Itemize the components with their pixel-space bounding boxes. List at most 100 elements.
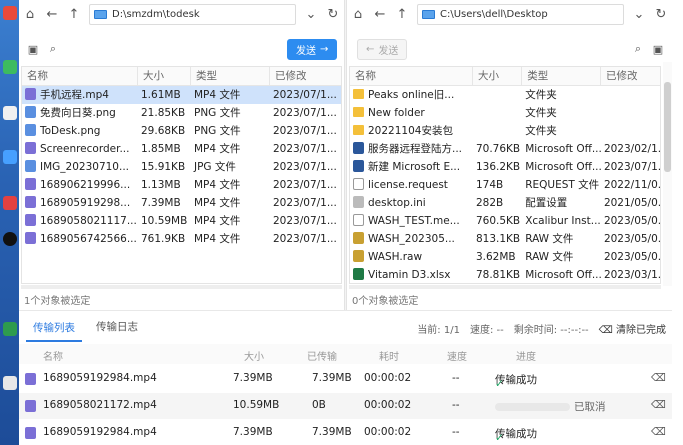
file-row[interactable]: license.request 174B REQUEST 文件2022/11/0..…	[350, 176, 660, 194]
desktop-icon[interactable]	[1, 196, 18, 211]
home-icon[interactable]: ⌂	[347, 3, 369, 25]
horizontal-scrollbar[interactable]	[349, 285, 661, 289]
document-icon	[353, 214, 364, 226]
file-size: 21.85KB	[141, 107, 186, 119]
file-row[interactable]: 免费向日葵.png 21.85KB PNG 文件 2023/07/1...	[22, 104, 341, 122]
search-icon[interactable]: ⌕	[43, 39, 63, 59]
new-folder-icon[interactable]: ▣	[648, 39, 668, 59]
desktop-icon[interactable]	[1, 60, 18, 75]
file-modified	[601, 104, 660, 122]
file-size: 15.91KB	[141, 161, 186, 173]
desktop-icon[interactable]	[1, 322, 18, 337]
file-row[interactable]: 168905919298... 7.39MB MP4 文件 2023/07/1...	[22, 194, 341, 212]
transfer-row[interactable]: 1689059192984.mp4 7.39MB 7.39MB 00:00:02 -- ✓…	[19, 366, 672, 392]
chevron-down-icon[interactable]: ⌄	[628, 3, 650, 25]
send-button[interactable]: 发送 →	[287, 39, 338, 60]
column-header-name[interactable]: 名称	[22, 67, 138, 85]
new-folder-icon[interactable]: ▣	[23, 39, 43, 59]
file-row[interactable]: New folder 文件夹	[350, 104, 660, 122]
file-row[interactable]: 新建 Microsoft E... 136.2KB Microsoft Off...…	[350, 158, 660, 176]
desktop-icon[interactable]	[1, 106, 18, 121]
file-modified: 2023/07/1...	[273, 233, 337, 245]
up-arrow-icon[interactable]: ↑	[391, 3, 413, 25]
column-header-elapsed: 耗时	[379, 352, 399, 363]
file-name: WASH_202305...	[350, 230, 473, 248]
right-status-text: 0个对象被选定	[352, 296, 419, 307]
file-type: MP4 文件	[194, 197, 241, 209]
file-name: IMG_20230710...	[22, 158, 138, 176]
scrollbar-thumb[interactable]	[664, 82, 671, 172]
check-icon: ✓	[495, 432, 504, 444]
file-row[interactable]: Vitamin D3.xlsx 78.81KB Microsoft Off... 20…	[350, 266, 660, 283]
eraser-icon[interactable]: ⌫	[651, 426, 666, 438]
transfer-row[interactable]: 1689058021172.mp4 10.59MB 0B 00:00:02 -- 已取消 ⌫	[19, 393, 672, 419]
transfer-progress: ✓ 传输成功	[495, 426, 537, 444]
folder-icon	[353, 107, 364, 117]
file-row[interactable]: 1689058021117... 10.59MB MP4 文件 2023/07/1..…	[22, 212, 341, 230]
refresh-icon[interactable]: ↻	[650, 3, 672, 25]
desktop-icon[interactable]	[1, 376, 18, 391]
file-name: Screenrecorder...	[22, 140, 138, 158]
column-header-type[interactable]: 类型	[522, 67, 601, 85]
column-header-modified[interactable]: 已修改	[601, 67, 660, 85]
up-arrow-icon[interactable]: ↑	[63, 3, 85, 25]
left-path-field[interactable]: D:\smzdm\todesk	[89, 3, 296, 25]
tab-transfer-list[interactable]: 传输列表	[26, 312, 82, 342]
file-row[interactable]: 20221104安装包 文件夹	[350, 122, 660, 140]
column-header-type[interactable]: 类型	[191, 67, 270, 85]
column-header-name: 名称	[43, 352, 63, 363]
column-header-name[interactable]: 名称	[350, 67, 473, 85]
transfer-table-header: 名称 大小 已传输 耗时 速度 进度	[19, 344, 672, 364]
file-name-text: WASH_TEST.me...	[368, 215, 460, 227]
file-row[interactable]: Peaks online旧... 文件夹	[350, 86, 660, 104]
file-name: 服务器远程登陆方...	[350, 140, 473, 158]
vertical-scrollbar[interactable]	[663, 62, 672, 286]
transfer-row[interactable]: 1689059192984.mp4 7.39MB 7.39MB 00:00:02 -- ✓…	[19, 420, 672, 445]
file-row[interactable]: 手机远程.mp4 1.61MB MP4 文件 2023/07/1...	[22, 86, 341, 104]
file-row[interactable]: WASH.raw 3.62MB RAW 文件 2023/05/0...	[350, 248, 660, 266]
file-row[interactable]: WASH_TEST.me... 760.5KB Xcalibur Inst... 20…	[350, 212, 660, 230]
local-file-pane: ⌂ ← ↑ D:\smzdm\todesk ⌄ ↻ ▣ ⌕ 发送 → 名称 大小…	[19, 0, 344, 310]
refresh-icon[interactable]: ↻	[322, 3, 344, 25]
file-modified: 2023/05/0...	[603, 233, 660, 245]
file-row[interactable]: Screenrecorder... 1.85MB MP4 文件 2023/07/1..…	[22, 140, 341, 158]
back-arrow-icon[interactable]: ←	[41, 3, 63, 25]
file-row[interactable]: 服务器远程登陆方... 70.76KB Microsoft Off... 2023/0…	[350, 140, 660, 158]
column-header-progress: 进度	[516, 352, 536, 363]
file-row[interactable]: ToDesk.png 29.68KB PNG 文件 2023/07/1...	[22, 122, 341, 140]
file-name: Vitamin D3.xlsx	[350, 266, 473, 283]
file-row[interactable]: IMG_20230710... 15.91KB JPG 文件 2023/07/1...	[22, 158, 341, 176]
file-name-text: desktop.ini	[368, 197, 426, 209]
file-row[interactable]: WASH_202305... 813.1KB RAW 文件 2023/05/0...	[350, 230, 660, 248]
file-row[interactable]: desktop.ini 282B 配置设置 2021/05/0...	[350, 194, 660, 212]
chevron-down-icon[interactable]: ⌄	[300, 3, 322, 25]
home-icon[interactable]: ⌂	[19, 3, 41, 25]
right-path-field[interactable]: C:\Users\dell\Desktop	[417, 3, 624, 25]
computer-icon	[422, 9, 435, 19]
column-header-modified[interactable]: 已修改	[270, 67, 340, 85]
file-type: MP4 文件	[194, 89, 241, 101]
image-icon	[25, 124, 36, 136]
search-icon[interactable]: ⌕	[628, 39, 648, 59]
remote-file-pane: ⌂ ← ↑ C:\Users\dell\Desktop ⌄ ↻ ← 发送 ⌕ ▣…	[347, 0, 672, 310]
desktop-icon[interactable]	[1, 6, 18, 21]
clear-completed-button[interactable]: ⌫ 清除已完成	[599, 321, 666, 336]
video-icon	[25, 373, 36, 385]
column-header-size[interactable]: 大小	[473, 67, 523, 85]
back-arrow-icon[interactable]: ←	[369, 3, 391, 25]
horizontal-scrollbar[interactable]	[21, 285, 342, 289]
file-modified: 2023/05/0...	[603, 251, 660, 263]
desktop-icon[interactable]	[1, 232, 18, 247]
file-size: 136.2KB	[475, 161, 521, 173]
eraser-icon[interactable]: ⌫	[651, 372, 666, 384]
eraser-icon[interactable]: ⌫	[651, 399, 666, 411]
tab-transfer-log[interactable]: 传输日志	[89, 311, 145, 343]
desktop-icon[interactable]	[1, 150, 18, 165]
file-type: PNG 文件	[194, 125, 241, 137]
file-row[interactable]: 168906219996... 1.13MB MP4 文件 2023/07/1...	[22, 176, 341, 194]
transfer-elapsed: 00:00:02	[364, 372, 412, 384]
file-row[interactable]: 1689056742566... 761.9KB MP4 文件 2023/07/1..…	[22, 230, 341, 248]
file-type: 配置设置	[525, 197, 568, 209]
send-button-label: 发送	[296, 46, 316, 57]
column-header-size[interactable]: 大小	[138, 67, 191, 85]
